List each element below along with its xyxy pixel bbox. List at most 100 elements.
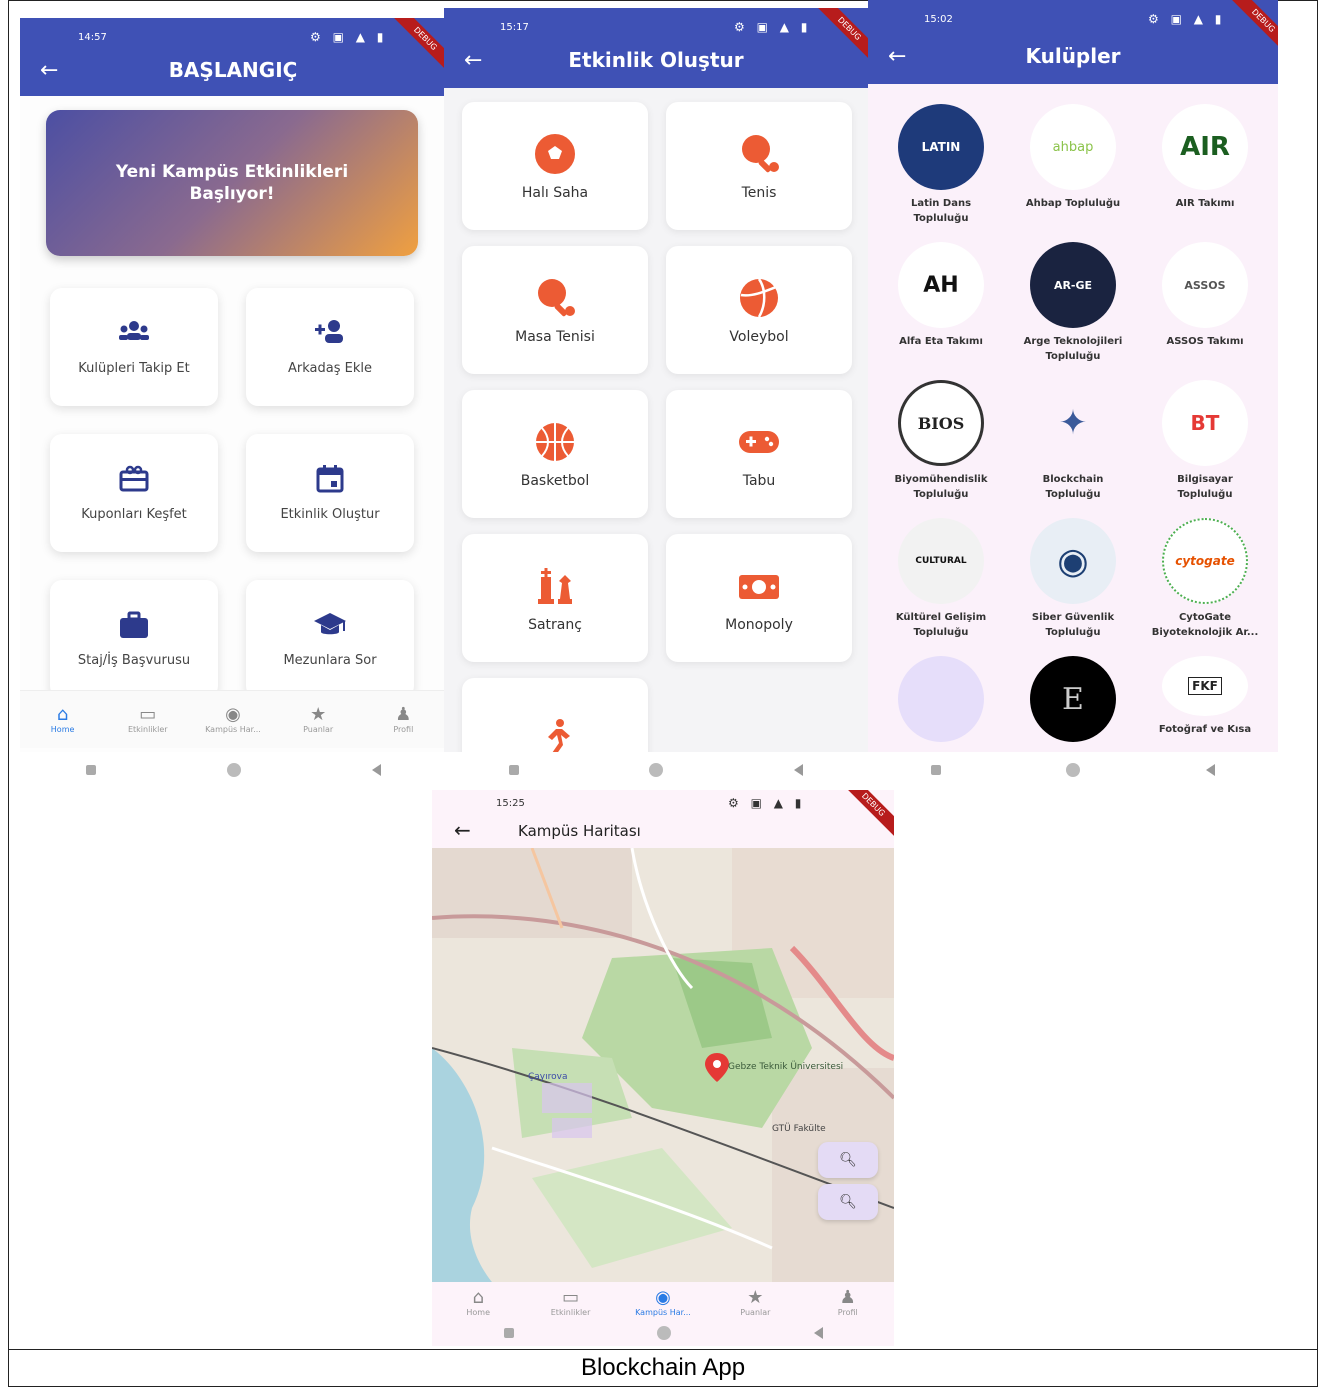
person-icon: ♟	[395, 704, 412, 725]
promo-banner[interactable]: Yeni Kampüs Etkinlikleri Başlıyor!	[46, 110, 418, 256]
home-screen: 14:57 ⚙ ▣ ▲ ▮ DEBUG ← BAŞLANGIÇ Yeni Kam…	[20, 18, 446, 784]
nav-campus-map[interactable]: ◉ Kampüs Har...	[197, 704, 269, 735]
system-back-button[interactable]	[371, 764, 381, 776]
status-icons: ⚙ ▣ ▲ ▮	[1148, 12, 1226, 26]
club-name: AIR Takımı	[1175, 198, 1235, 209]
app-bar: 15:25 ⚙ ▣ ▲ ▮ DEBUG ← Kampüs Haritası	[432, 790, 894, 848]
nav-events[interactable]: ▭ Etkinlikler	[535, 1287, 607, 1317]
app-bar: 15:02 ⚙ ▣ ▲ ▮ DEBUG ← Kulüpler	[868, 0, 1278, 84]
club-item[interactable]: ◉ Siber Güvenlik Topluluğu	[1008, 518, 1138, 640]
home-icon: ⌂	[472, 1286, 484, 1308]
home-button[interactable]	[226, 763, 241, 777]
club-item[interactable]: LATIN Latin Dans Topluluğu	[876, 104, 1006, 226]
location-pin-icon: ◉	[225, 704, 241, 725]
star-icon: ★	[310, 704, 327, 725]
briefcase-icon	[120, 611, 148, 638]
gift-card-icon	[119, 465, 149, 492]
nav-home[interactable]: ⌂ Home	[27, 704, 99, 735]
tile-add-friend[interactable]: Arkadaş Ekle	[246, 288, 414, 406]
sport-card[interactable]: Satranç	[462, 534, 648, 662]
campus-map-screen: 15:25 ⚙ ▣ ▲ ▮ DEBUG ← Kampüs Haritası Ge…	[432, 790, 894, 1346]
nav-points[interactable]: ★ Puanlar	[282, 704, 354, 735]
ping-pong-icon	[538, 279, 575, 317]
nav-points[interactable]: ★ Puanlar	[719, 1286, 791, 1317]
calendar-icon: ▭	[139, 704, 157, 725]
sport-card[interactable]: Tenis	[666, 102, 852, 230]
calendar-icon	[316, 465, 344, 493]
home-icon: ⌂	[56, 704, 69, 725]
club-item[interactable]: ΑΗ Alfa Eta Takımı	[876, 242, 1006, 349]
system-back-button[interactable]	[1206, 764, 1216, 776]
nav-campus-map[interactable]: ◉ Kampüs Har...	[627, 1287, 699, 1317]
club-item[interactable]: ✦ Blockchain Topluluğu	[1008, 380, 1138, 502]
nav-profile[interactable]: ♟ Profil	[812, 1287, 884, 1317]
club-item[interactable]: BIOS Biyomühendislik Topluluğu	[876, 380, 1006, 502]
money-icon	[739, 575, 779, 599]
club-item[interactable]: AR-GE Arge Teknolojileri Topluluğu	[1008, 242, 1138, 364]
recents-button[interactable]	[930, 765, 941, 775]
tile-job-application[interactable]: Staj/İş Başvurusu	[50, 580, 218, 698]
sport-card[interactable]: Tabu	[666, 390, 852, 518]
sport-card[interactable]: Masa Tenisi	[462, 246, 648, 374]
club-logo: LATIN	[898, 104, 984, 190]
sport-label: Voleybol	[729, 329, 789, 345]
sport-card[interactable]: Halı Saha	[462, 102, 648, 230]
zoom-in-button[interactable]: 🔍︎	[818, 1142, 878, 1178]
tile-label: Arkadaş Ekle	[288, 361, 372, 376]
system-back-button[interactable]	[813, 1327, 823, 1339]
tile-create-event[interactable]: Etkinlik Oluştur	[246, 434, 414, 552]
status-time: 15:25	[496, 798, 525, 809]
back-arrow-icon[interactable]: ←	[454, 818, 471, 842]
club-name: Blockchain Topluluğu	[1042, 474, 1104, 500]
club-name: ASSOS Takımı	[1166, 336, 1244, 347]
club-logo: AR-GE	[1030, 242, 1116, 328]
home-button[interactable]	[656, 1326, 671, 1340]
tile-ask-alumni[interactable]: Mezunlara Sor	[246, 580, 414, 698]
club-item[interactable]	[876, 656, 1006, 748]
nav-profile[interactable]: ♟ Profil	[367, 704, 439, 735]
zoom-out-button[interactable]: 🔍︎	[818, 1184, 878, 1220]
page-title: Etkinlik Oluştur	[568, 48, 744, 72]
tile-label: Kulüpleri Takip Et	[78, 361, 190, 376]
sport-label: Basketbol	[520, 473, 590, 489]
club-name: Arge Teknolojileri Topluluğu	[1023, 336, 1123, 362]
nav-events[interactable]: ▭ Etkinlikler	[112, 704, 184, 735]
recents-button[interactable]	[509, 765, 520, 775]
tile-follow-clubs[interactable]: Kulüpleri Takip Et	[50, 288, 218, 406]
recents-button[interactable]	[503, 1328, 514, 1338]
app-bar: 15:17 ⚙ ▣ ▲ ▮ DEBUG ← Etkinlik Oluştur	[444, 8, 868, 88]
club-item[interactable]: cytogate CytoGate Biyoteknolojik Ar...	[1140, 518, 1270, 640]
club-item[interactable]: ASSOS ASSOS Takımı	[1140, 242, 1270, 349]
sport-card[interactable]: Monopoly	[666, 534, 852, 662]
recents-button[interactable]	[85, 765, 96, 775]
club-item[interactable]: CULTURAL Kültürel Gelişim Topluluğu	[876, 518, 1006, 640]
zoom-out-icon: 🔍︎	[839, 1194, 857, 1210]
sport-card[interactable]: Voleybol	[666, 246, 852, 374]
nav-home[interactable]: ⌂ Home	[442, 1286, 514, 1317]
club-logo: ΑΗ	[898, 242, 984, 328]
club-name: CytoGate Biyoteknolojik Ar...	[1151, 612, 1259, 638]
club-logo	[898, 656, 984, 742]
star-icon: ★	[747, 1286, 764, 1308]
club-logo: ◉	[1030, 518, 1116, 604]
club-item[interactable]: E	[1008, 656, 1138, 748]
club-logo: ASSOS	[1162, 242, 1248, 328]
campus-map[interactable]: Gebze Teknik Üniversitesi Çayırova GTÜ F…	[432, 848, 894, 1282]
club-item[interactable]: BT Bilgisayar Topluluğu	[1140, 380, 1270, 502]
tile-discover-coupons[interactable]: Kuponları Keşfet	[50, 434, 218, 552]
system-back-button[interactable]	[793, 764, 803, 776]
map-label: Gebze Teknik Üniversitesi	[728, 1062, 844, 1072]
club-item[interactable]: FKF Fotoğraf ve Kısa	[1140, 656, 1270, 737]
sport-card[interactable]: Basketbol	[462, 390, 648, 518]
club-name: Alfa Eta Takımı	[899, 336, 983, 347]
debug-banner: DEBUG	[836, 790, 894, 842]
club-logo: CULTURAL	[898, 518, 984, 604]
club-item[interactable]: AIR AIR Takımı	[1140, 104, 1270, 211]
tile-label: Kuponları Keşfet	[81, 507, 187, 522]
home-button[interactable]	[649, 763, 664, 777]
club-item[interactable]: ahbap Ahbap Topluluğu	[1008, 104, 1138, 211]
club-logo: E	[1030, 656, 1116, 742]
home-button[interactable]	[1066, 763, 1081, 777]
clubs-screen: 15:02 ⚙ ▣ ▲ ▮ DEBUG ← Kulüpler LATIN Lat…	[868, 0, 1278, 784]
create-event-screen: 15:17 ⚙ ▣ ▲ ▮ DEBUG ← Etkinlik Oluştur H…	[444, 8, 868, 784]
